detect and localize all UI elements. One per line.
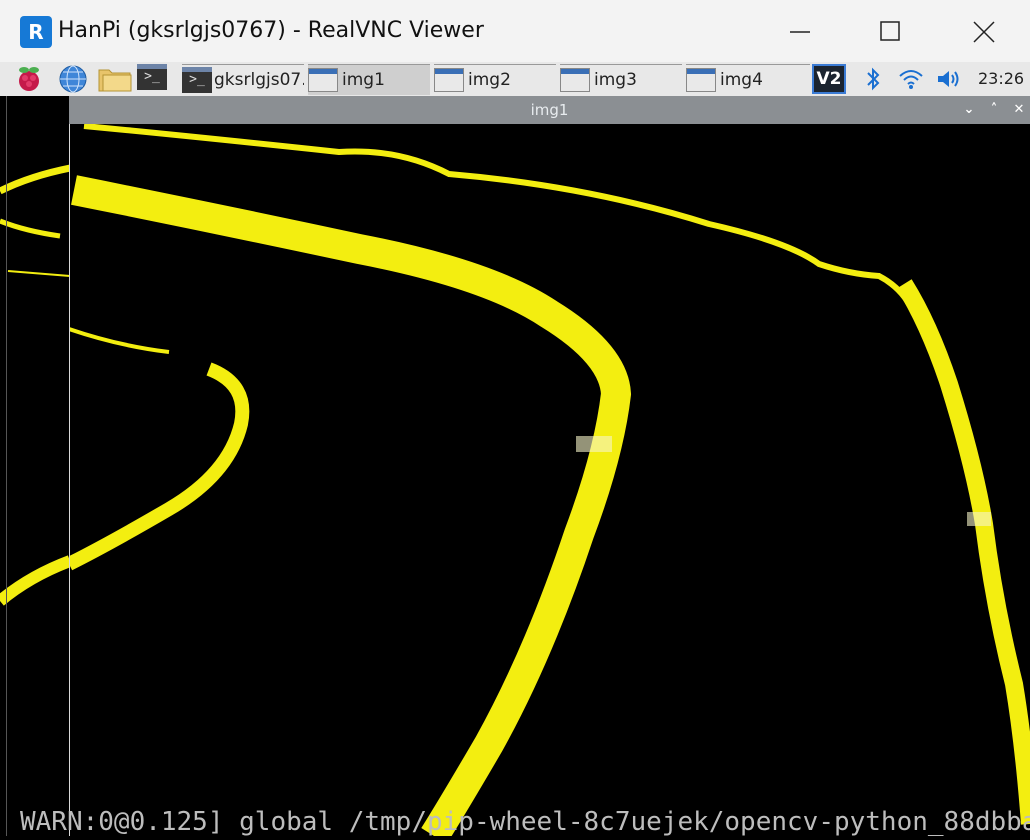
task-img1[interactable]: img1: [308, 64, 430, 95]
img1-image-canvas[interactable]: [69, 124, 1030, 836]
terminal-launcher[interactable]: >_: [137, 64, 167, 94]
close-icon: [973, 21, 995, 43]
globe-icon: [59, 65, 87, 93]
img1-title-bar[interactable]: img1 ⌄ ˄ ✕: [69, 96, 1030, 124]
task-img4[interactable]: img4: [686, 64, 810, 95]
lane-left-upper: [69, 327, 170, 354]
lane-mask-image: [69, 124, 1030, 836]
img1-window-title: img1: [530, 101, 569, 119]
bluetooth-icon: [867, 67, 880, 91]
img1-window: img1 ⌄ ˄ ✕: [69, 96, 1030, 836]
window-icon: [686, 68, 716, 92]
background-window[interactable]: [0, 96, 73, 836]
task-label: img1: [342, 70, 385, 90]
bluetooth-tray-button[interactable]: [860, 67, 886, 91]
browser-launcher[interactable]: [58, 64, 88, 94]
lane-left-curve: [69, 362, 250, 571]
terminal-icon: >_: [137, 64, 167, 90]
background-window-edge: [6, 96, 7, 836]
img1-maximize-button[interactable]: ˄: [986, 102, 1002, 118]
vnc-title-bar: R HanPi (gksrlgjs0767) - RealVNC Viewer: [0, 0, 1030, 62]
volume-tray-button[interactable]: [936, 67, 962, 91]
task-label: img3: [594, 70, 637, 90]
background-image-lanes: [0, 164, 73, 606]
task-label: img4: [720, 70, 763, 90]
file-manager-launcher[interactable]: [98, 64, 132, 94]
task-img2[interactable]: img2: [434, 64, 556, 95]
minimize-button[interactable]: [778, 12, 822, 52]
realvnc-app-icon: R: [20, 16, 52, 48]
clock: 23:26: [978, 69, 1025, 88]
raspberry-icon: [19, 67, 39, 91]
terminal-output-line: WARN:0@0.125] global /tmp/pip-wheel-8c7u…: [20, 808, 1030, 836]
vnc-server-tray-icon[interactable]: V2: [812, 64, 846, 94]
speaker-icon: [938, 71, 959, 87]
wifi-tray-button[interactable]: [898, 67, 924, 91]
wifi-icon: [899, 70, 923, 89]
lane-right: [896, 279, 1030, 825]
close-button[interactable]: [962, 12, 1006, 52]
maximize-icon: [880, 21, 900, 41]
window-title: HanPi (gksrlgjs0767) - RealVNC Viewer: [58, 18, 484, 43]
window-icon: [560, 68, 590, 92]
minimize-icon: [790, 31, 810, 33]
task-label: img2: [468, 70, 511, 90]
task-terminal[interactable]: >_ gksrlgjs07...: [182, 64, 304, 95]
terminal-icon: >_: [182, 67, 212, 93]
task-label: gksrlgjs07...: [214, 70, 304, 90]
img1-minimize-button[interactable]: ⌄: [961, 102, 977, 118]
img1-close-button[interactable]: ✕: [1011, 102, 1027, 118]
img1-left-border: [69, 124, 70, 836]
folder-icon: [98, 69, 132, 92]
window-icon: [308, 68, 338, 92]
taskbar: >_ >_ gksrlgjs07... img1 img2 img3 img4 …: [0, 62, 1030, 97]
maximize-button[interactable]: [868, 12, 912, 52]
task-img3[interactable]: img3: [560, 64, 682, 95]
raspberry-menu-button[interactable]: [14, 64, 44, 94]
window-icon: [434, 68, 464, 92]
